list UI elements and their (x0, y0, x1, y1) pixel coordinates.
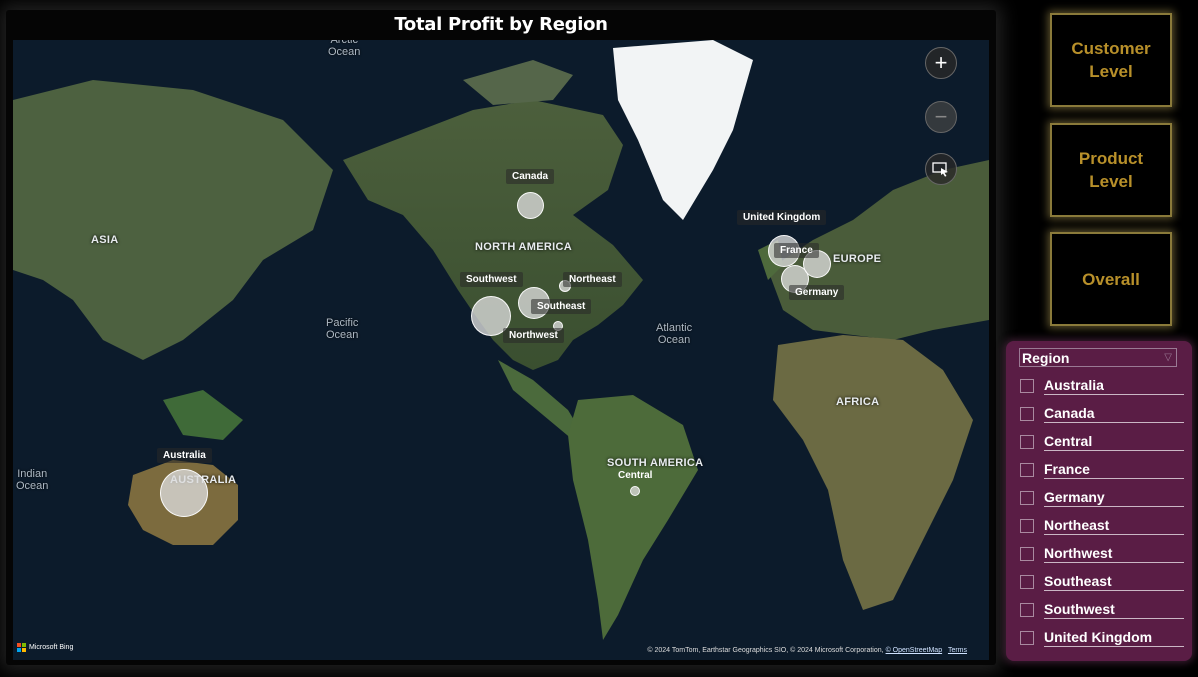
terms-link[interactable]: Terms (948, 647, 967, 654)
microsoft-logo-icon (17, 643, 26, 652)
chevron-down-icon[interactable]: ▽ (1164, 352, 1176, 363)
checkbox[interactable] (1020, 491, 1034, 505)
selection-tool-icon (932, 162, 948, 177)
slicer-item-label: France (1044, 461, 1184, 479)
slicer-title: Region (1022, 349, 1070, 366)
slicer-list: Australia Canada Central France Germany … (1020, 372, 1184, 652)
slicer-item-label: United Kingdom (1044, 629, 1184, 647)
slicer-item-label: Canada (1044, 405, 1184, 423)
customer-level-button[interactable]: Customer Level (1050, 13, 1172, 107)
ocean-label-atlantic: Atlantic Ocean (656, 322, 693, 346)
checkbox[interactable] (1020, 631, 1034, 645)
region-label-germany: Germany (789, 285, 845, 300)
map-attribution: © 2024 TomTom, Earthstar Geographics SIO… (647, 647, 967, 654)
zoom-in-button[interactable]: + (925, 47, 957, 79)
openstreetmap-link[interactable]: © OpenStreetMap (886, 647, 943, 654)
slicer-item-label: Northeast (1044, 517, 1184, 535)
region-label-france: France (774, 243, 819, 258)
slicer-item-central[interactable]: Central (1020, 428, 1184, 456)
continent-label-africa: AFRICA (836, 396, 880, 408)
ocean-label-pacific: Pacific Ocean (326, 317, 359, 341)
slicer-item-southwest[interactable]: Southwest (1020, 596, 1184, 624)
slicer-item-united-kingdom[interactable]: United Kingdom (1020, 624, 1184, 652)
ocean-label-indian: Indian Ocean (16, 468, 49, 492)
checkbox[interactable] (1020, 519, 1034, 533)
slicer-item-label: Southwest (1044, 601, 1184, 619)
checkbox[interactable] (1020, 379, 1034, 393)
bing-logo: Microsoft Bing (17, 643, 73, 652)
slicer-item-northeast[interactable]: Northeast (1020, 512, 1184, 540)
attribution-text: © 2024 TomTom, Earthstar Geographics SIO… (647, 647, 884, 654)
slicer-item-label: Southeast (1044, 573, 1184, 591)
region-label-northwest: Northwest (503, 328, 564, 343)
continent-label-north-america: NORTH AMERICA (475, 241, 572, 253)
region-label-central: Central (618, 470, 653, 481)
select-area-button[interactable] (925, 153, 957, 185)
slicer-item-northwest[interactable]: Northwest (1020, 540, 1184, 568)
slicer-item-label: Australia (1044, 377, 1184, 395)
minus-icon: − (934, 104, 948, 129)
region-label-southwest: Southwest (460, 272, 523, 287)
region-label-united-kingdom: United Kingdom (737, 210, 827, 225)
slicer-item-label: Germany (1044, 489, 1184, 507)
slicer-item-label: Northwest (1044, 545, 1184, 563)
overall-button[interactable]: Overall (1050, 232, 1172, 326)
checkbox[interactable] (1020, 547, 1034, 561)
checkbox[interactable] (1020, 575, 1034, 589)
slicer-item-france[interactable]: France (1020, 456, 1184, 484)
product-level-button[interactable]: Product Level (1050, 123, 1172, 217)
bing-label: Microsoft Bing (29, 644, 74, 651)
checkbox[interactable] (1020, 407, 1034, 421)
slicer-item-germany[interactable]: Germany (1020, 484, 1184, 512)
region-label-southeast: Southeast (531, 299, 592, 314)
visual-title: Total Profit by Region (394, 14, 608, 35)
slicer-item-australia[interactable]: Australia (1020, 372, 1184, 400)
bubble-australia[interactable] (160, 469, 208, 517)
region-profit-map[interactable]: Arctic Ocean Pacific Ocean Atlantic Ocea… (13, 40, 989, 660)
continent-label-asia: ASIA (91, 234, 119, 246)
slicer-item-label: Central (1044, 433, 1184, 451)
region-label-canada: Canada (506, 169, 555, 184)
checkbox[interactable] (1020, 435, 1034, 449)
checkbox[interactable] (1020, 463, 1034, 477)
region-label-australia: Australia (157, 448, 212, 463)
zoom-out-button[interactable]: − (925, 101, 957, 133)
bubble-canada[interactable] (517, 192, 544, 219)
plus-icon: + (934, 50, 948, 75)
continent-label-europe: EUROPE (833, 253, 882, 265)
bubble-central[interactable] (630, 486, 640, 496)
map-visual: Total Profit by Region Arctic Ocean Paci… (6, 10, 996, 665)
slicer-item-canada[interactable]: Canada (1020, 400, 1184, 428)
region-label-northeast: Northeast (563, 272, 622, 287)
slicer-header[interactable]: Region ▽ (1019, 348, 1177, 367)
world-map-background (13, 40, 989, 640)
region-slicer: Region ▽ Australia Canada Central France… (1006, 341, 1192, 661)
checkbox[interactable] (1020, 603, 1034, 617)
ocean-label-arctic: Arctic Ocean (328, 40, 361, 58)
slicer-item-southeast[interactable]: Southeast (1020, 568, 1184, 596)
